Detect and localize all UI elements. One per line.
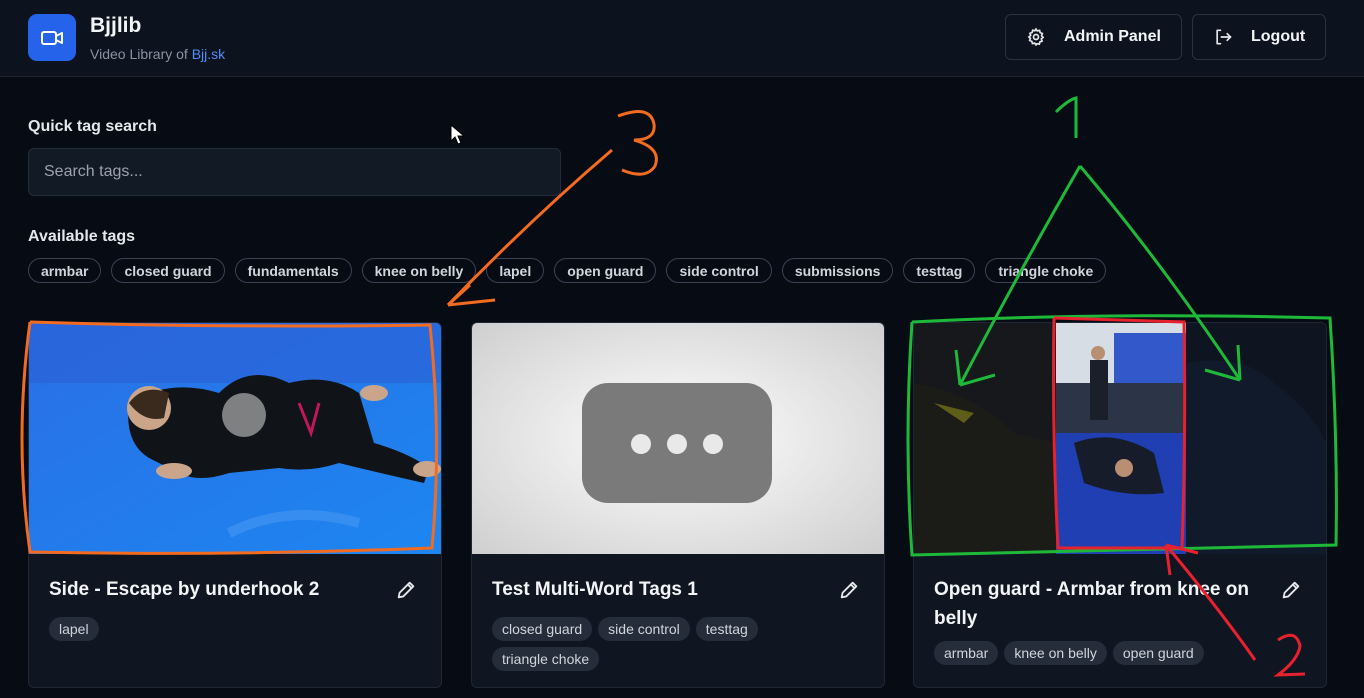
video-tag[interactable]: open guard (1112, 641, 1204, 665)
video-card[interactable]: Test Multi-Word Tags 1 closed guard side… (471, 322, 885, 688)
video-tag[interactable]: closed guard (492, 617, 593, 641)
tag-chip[interactable]: fundamentals (234, 258, 352, 283)
tag-chip[interactable]: side control (666, 258, 772, 283)
app-title: Bjjlib (90, 14, 142, 37)
tag-chip[interactable]: closed guard (111, 258, 225, 283)
annotation-number-3 (617, 110, 658, 176)
pencil-icon[interactable] (1280, 579, 1302, 601)
tag-chip[interactable]: knee on belly (361, 258, 477, 283)
video-thumbnail[interactable] (29, 323, 441, 554)
video-title[interactable]: Open guard - Armbar from knee on belly (934, 575, 1264, 633)
app-header: Bjjlib Video Library of Bjj.sk Admin Pan… (0, 0, 1364, 77)
video-thumbnail[interactable] (914, 323, 1326, 554)
video-tags: armbar knee on belly open guard (934, 641, 1264, 665)
gear-icon (1027, 27, 1045, 47)
video-tag[interactable]: knee on belly (1004, 641, 1107, 665)
tag-chip[interactable]: submissions (781, 258, 894, 283)
video-title[interactable]: Test Multi-Word Tags 1 (492, 575, 822, 604)
tag-chip[interactable]: armbar (28, 258, 102, 283)
site-link[interactable]: Bjj.sk (192, 46, 225, 62)
pencil-icon[interactable] (395, 579, 417, 601)
available-tags-label: Available tags (28, 228, 136, 245)
tag-search-input[interactable] (28, 148, 561, 196)
admin-panel-label: Admin Panel (1064, 28, 1161, 45)
video-tag[interactable]: testtag (695, 617, 758, 641)
tag-chip[interactable]: triangle choke (985, 258, 1107, 283)
video-tag[interactable]: lapel (49, 617, 99, 641)
tag-chip[interactable]: testtag (903, 258, 976, 283)
logout-button[interactable]: Logout (1192, 14, 1326, 60)
mouse-cursor-icon (450, 124, 466, 145)
annotation-number-1 (1054, 96, 1078, 138)
video-tags: lapel (49, 617, 379, 641)
video-thumbnail[interactable] (472, 323, 884, 554)
admin-panel-button[interactable]: Admin Panel (1005, 14, 1182, 60)
pencil-icon[interactable] (838, 579, 860, 601)
tag-chip[interactable]: lapel (486, 258, 545, 283)
logout-label: Logout (1251, 28, 1306, 45)
video-card[interactable]: Open guard - Armbar from knee on belly a… (913, 322, 1327, 688)
logout-icon (1216, 29, 1232, 45)
video-title[interactable]: Side - Escape by underhook 2 (49, 575, 379, 604)
video-tag[interactable]: side control (598, 617, 690, 641)
video-tag[interactable]: triangle choke (492, 647, 600, 671)
video-tags: closed guard side control testtag triang… (492, 617, 822, 671)
video-tag[interactable]: armbar (934, 641, 999, 665)
video-camera-icon (28, 14, 76, 61)
tag-chip[interactable]: open guard (554, 258, 657, 283)
app-subtitle: Video Library of Bjj.sk (90, 46, 226, 62)
quick-search-label: Quick tag search (28, 118, 157, 135)
video-card[interactable]: Side - Escape by underhook 2 lapel (28, 322, 442, 688)
available-tags-list: armbar closed guard fundamentals knee on… (28, 258, 1107, 283)
